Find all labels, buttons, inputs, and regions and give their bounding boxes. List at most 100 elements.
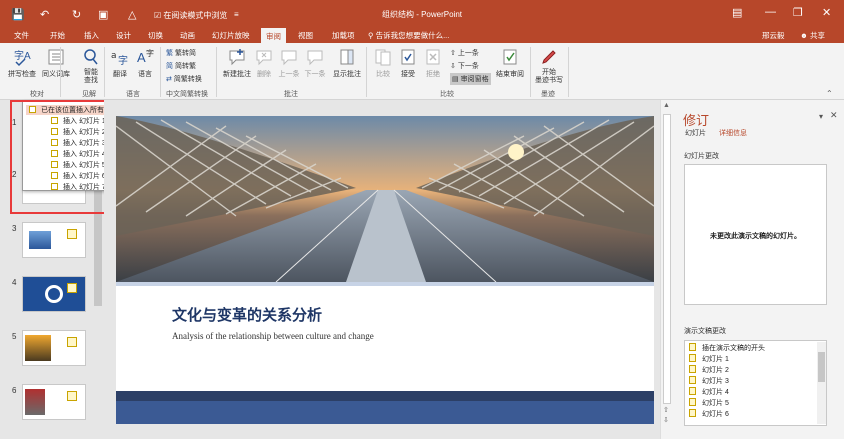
- list-item[interactable]: 幻灯片 4: [689, 387, 729, 397]
- tab-details[interactable]: 详细信息: [719, 128, 747, 138]
- scroll-up-icon[interactable]: ▲: [663, 102, 670, 109]
- canvas-scrollbar[interactable]: ▲ ⇧ ⇩: [660, 100, 673, 439]
- translate-label: 翻译: [113, 71, 127, 78]
- tab-design[interactable]: 设计: [116, 30, 131, 41]
- collapse-ribbon-icon[interactable]: ⌃: [826, 89, 833, 98]
- accept-button[interactable]: 接受: [398, 47, 418, 79]
- tab-addins[interactable]: 加载项: [332, 30, 355, 41]
- language-button[interactable]: A字 语言: [134, 47, 156, 79]
- list-item[interactable]: 幻灯片 3: [689, 376, 729, 386]
- show-comments-button[interactable]: 显示批注: [331, 47, 363, 79]
- document-changes-heading: 演示文稿更改: [684, 328, 726, 335]
- convert-button[interactable]: ⇄ 简繁转换: [166, 74, 202, 84]
- list-item[interactable]: 幻灯片 5: [689, 398, 729, 408]
- next-change-button[interactable]: ⇩ 下一条: [450, 61, 479, 71]
- list-scroll-thumb[interactable]: [818, 352, 825, 382]
- next-change-label: 下一条: [457, 63, 479, 70]
- review-pane-button[interactable]: ▤ 审阅窗格: [450, 73, 491, 85]
- list-item-label: 幻灯片 4: [702, 389, 729, 396]
- svg-text:a: a: [111, 51, 117, 61]
- slide-thumbnail-6[interactable]: [22, 384, 86, 420]
- simp-icon: 简: [166, 63, 173, 70]
- reject-label: 拒绝: [426, 71, 440, 78]
- tab-review[interactable]: 审阅: [261, 28, 286, 43]
- tab-view[interactable]: 视图: [298, 30, 313, 41]
- ribbon-tabs: 文件 开始 插入 设计 切换 动画 幻灯片放映 审阅 视图 加载项 ⚲ 告诉我您…: [0, 28, 844, 43]
- tab-animations[interactable]: 动画: [180, 30, 195, 41]
- pen-icon: [542, 50, 556, 64]
- no-changes-message: 未更改此演示文稿的幻灯片。: [710, 233, 801, 240]
- next-comment-button[interactable]: 下一条: [303, 47, 327, 79]
- list-scrollbar[interactable]: [817, 342, 826, 424]
- list-item[interactable]: 幻灯片 6: [689, 409, 729, 419]
- smart-lookup-label: 智能 查找: [84, 69, 98, 84]
- previous-slide-icon[interactable]: ⇧: [663, 406, 669, 414]
- tab-slides[interactable]: 幻灯片: [685, 128, 706, 138]
- next-label: 下一条: [304, 71, 326, 78]
- group-proofing: 校对: [30, 91, 44, 98]
- tab-insert[interactable]: 插入: [84, 30, 99, 41]
- group-language: 语言: [126, 91, 140, 98]
- previous-comment-button[interactable]: 上一条: [277, 47, 301, 79]
- divider: [104, 47, 105, 97]
- ribbon-display-icon[interactable]: ▤: [732, 6, 742, 19]
- list-item[interactable]: 幻灯片 2: [689, 365, 729, 375]
- document-icon: [689, 354, 696, 362]
- thesaurus-button[interactable]: 同义词库: [42, 47, 70, 79]
- share-button[interactable]: ☻ 共享: [800, 30, 825, 41]
- previous-change-icon: ⇧: [450, 50, 456, 57]
- reject-button[interactable]: 拒绝: [423, 47, 443, 79]
- show-comments-label: 显示批注: [333, 71, 361, 78]
- spelling-button[interactable]: 字A 拼写检查: [6, 47, 38, 79]
- list-item-label: 幻灯片 6: [702, 411, 729, 418]
- next-slide-icon[interactable]: ⇩: [663, 416, 669, 424]
- previous-change-button[interactable]: ⇧ 上一条: [450, 48, 479, 58]
- smart-lookup-button[interactable]: 智能 查找: [78, 47, 104, 85]
- reject-icon: [426, 49, 440, 65]
- start-inking-button[interactable]: 开始 墨迹书写: [534, 47, 564, 85]
- tab-file[interactable]: 文件: [14, 30, 29, 41]
- start-inking-label: 开始 墨迹书写: [535, 69, 563, 84]
- minimize-icon[interactable]: —: [765, 6, 776, 18]
- maximize-icon[interactable]: ❐: [793, 6, 803, 19]
- pane-options-icon[interactable]: ▾: [819, 112, 823, 121]
- group-compare: 比较: [440, 91, 454, 98]
- list-item[interactable]: 幻灯片 1: [689, 354, 729, 364]
- to-traditional-button[interactable]: 繁 繁转简: [166, 48, 196, 58]
- group-chinese-conversion: 中文简繁转换: [166, 91, 208, 98]
- divider: [568, 47, 569, 97]
- spelling-label: 拼写检查: [8, 71, 36, 78]
- login-name[interactable]: 邢云毅: [762, 30, 785, 41]
- divider: [160, 47, 161, 97]
- accept-label: 接受: [401, 71, 415, 78]
- close-icon[interactable]: ✕: [822, 6, 831, 19]
- to-simplified-button[interactable]: 简 简转繁: [166, 61, 196, 71]
- new-comment-button[interactable]: 新建批注: [222, 47, 252, 79]
- slide-thumbnail-3[interactable]: [22, 222, 86, 258]
- slide-title[interactable]: 文化与变革的关系分析: [172, 304, 322, 325]
- new-comment-label: 新建批注: [223, 71, 251, 78]
- tell-me-box[interactable]: ⚲ 告诉我您想要做什么...: [368, 30, 449, 41]
- list-item-label: 幻灯片 5: [702, 400, 729, 407]
- previous-change-label: 上一条: [457, 50, 479, 57]
- compare-button[interactable]: 比较: [373, 47, 393, 79]
- document-icon: [689, 376, 696, 384]
- group-ink: 墨迹: [541, 91, 555, 98]
- slide-subtitle[interactable]: Analysis of the relationship between cul…: [172, 331, 374, 341]
- delete-comment-button[interactable]: 删除: [254, 47, 274, 79]
- list-item-label: 幻灯片 1: [702, 356, 729, 363]
- tab-slideshow[interactable]: 幻灯片放映: [212, 30, 250, 41]
- slide-thumbnail-4[interactable]: [22, 276, 86, 312]
- tab-home[interactable]: 开始: [50, 30, 65, 41]
- close-pane-icon[interactable]: ✕: [830, 110, 838, 121]
- slide-thumbnail-5[interactable]: [22, 330, 86, 366]
- document-icon: [689, 365, 696, 373]
- next-comment-icon: [307, 50, 323, 66]
- scroll-thumb[interactable]: [663, 114, 671, 404]
- list-item[interactable]: 插在演示文稿的开头: [689, 343, 765, 353]
- tab-transitions[interactable]: 切换: [148, 30, 163, 41]
- translate-button[interactable]: a字 翻译: [108, 47, 132, 79]
- slide-canvas[interactable]: 文化与变革的关系分析 Analysis of the relationship …: [116, 116, 654, 424]
- review-pane-icon: ▤: [452, 76, 459, 83]
- end-review-button[interactable]: 结束审阅: [495, 47, 525, 79]
